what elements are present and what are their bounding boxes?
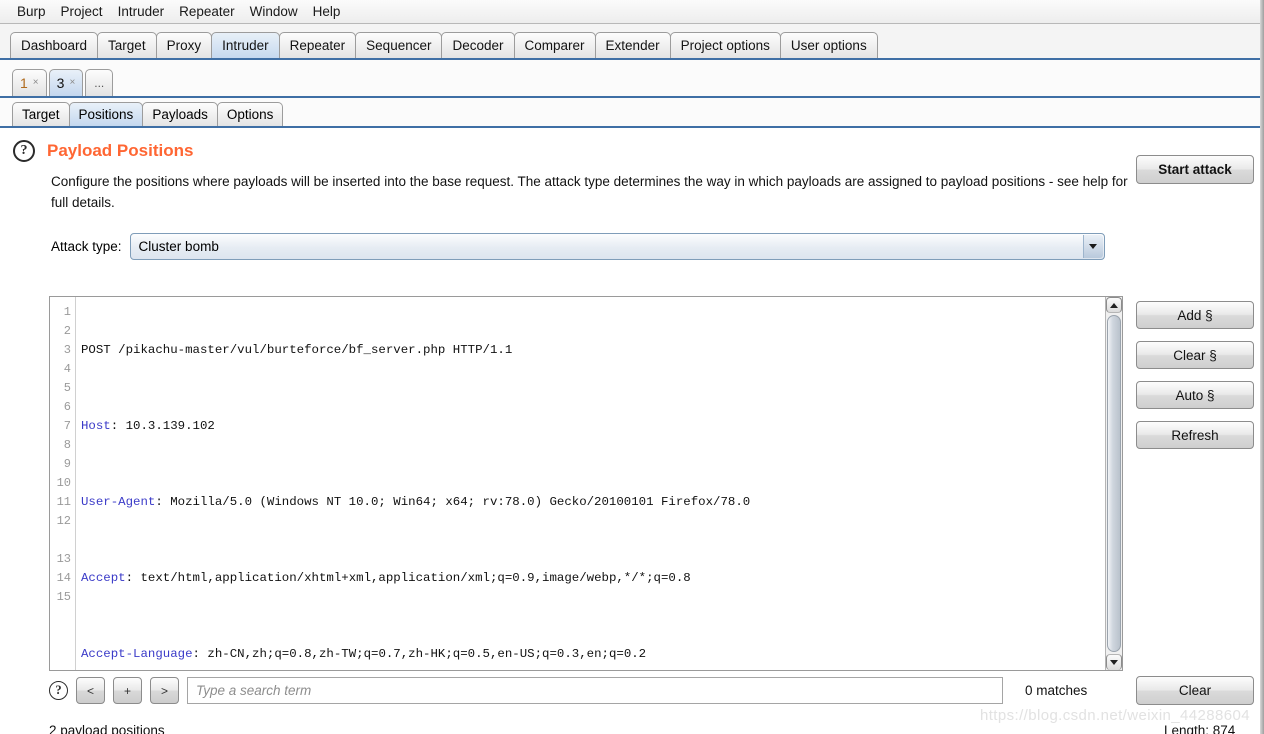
search-bar: ? < + > Type a search term 0 matches bbox=[49, 676, 1123, 705]
line-number: 1 bbox=[63, 305, 71, 319]
tab-comparer[interactable]: Comparer bbox=[513, 32, 596, 58]
start-attack-button[interactable]: Start attack bbox=[1136, 155, 1254, 184]
intruder-sub-tab-bar: Target Positions Payloads Options bbox=[0, 98, 1264, 128]
line-number: 2 bbox=[63, 324, 71, 338]
menu-item-repeater[interactable]: Repeater bbox=[172, 2, 242, 22]
line-number: 13 bbox=[56, 552, 71, 566]
attack-tab-1[interactable]: 1 × bbox=[12, 69, 47, 96]
tab-proxy[interactable]: Proxy bbox=[155, 32, 213, 58]
search-input[interactable]: Type a search term bbox=[187, 677, 1003, 704]
question-mark-icon[interactable]: ? bbox=[49, 681, 68, 700]
request-editor[interactable]: 1 2 3 4 5 6 7 8 9 10 11 12 13 14 15 POST… bbox=[49, 296, 1123, 671]
line-number: 7 bbox=[63, 419, 71, 433]
line-number: 9 bbox=[63, 457, 71, 471]
request-line: POST /pikachu-master/vul/burteforce/bf_s… bbox=[81, 341, 1105, 360]
window-right-edge bbox=[1260, 0, 1264, 734]
attack-type-value: Cluster bomb bbox=[138, 239, 219, 254]
clear-search-button[interactable]: Clear bbox=[1136, 676, 1254, 705]
attack-tab-overflow[interactable]: ... bbox=[85, 69, 114, 96]
watermark-text: https://blog.csdn.net/weixin_44288604 bbox=[980, 707, 1250, 724]
menu-item-project[interactable]: Project bbox=[54, 2, 110, 22]
header-name: User-Agent bbox=[81, 495, 156, 509]
attack-type-label: Attack type: bbox=[51, 239, 122, 254]
line-number: 3 bbox=[63, 343, 71, 357]
chevron-down-icon[interactable] bbox=[1082, 235, 1103, 258]
search-add-button[interactable]: + bbox=[113, 677, 142, 704]
question-mark-icon[interactable]: ? bbox=[13, 140, 35, 162]
request-line: Accept: text/html,application/xhtml+xml,… bbox=[81, 571, 691, 585]
line-number: 8 bbox=[63, 438, 71, 452]
editor-vertical-scrollbar[interactable] bbox=[1105, 297, 1122, 670]
tab-user-options[interactable]: User options bbox=[779, 32, 878, 58]
tab-decoder[interactable]: Decoder bbox=[441, 32, 515, 58]
header-value: zh-CN,zh;q=0.8,zh-TW;q=0.7,zh-HK;q=0.5,e… bbox=[199, 647, 647, 661]
menu-item-intruder[interactable]: Intruder bbox=[111, 2, 172, 22]
tab-options[interactable]: Options bbox=[216, 102, 284, 126]
request-line: User-Agent: Mozilla/5.0 (Windows NT 10.0… bbox=[81, 495, 751, 509]
menu-item-window[interactable]: Window bbox=[243, 2, 305, 22]
scrollbar-thumb[interactable] bbox=[1107, 315, 1121, 652]
tab-positions[interactable]: Positions bbox=[68, 102, 144, 126]
header-value: 10.3.139.102 bbox=[118, 419, 215, 433]
header-name: Accept-Language bbox=[81, 647, 193, 661]
add-payload-marker-button[interactable]: Add § bbox=[1136, 301, 1254, 329]
scroll-up-arrow-icon[interactable] bbox=[1106, 297, 1122, 313]
line-number: 12 bbox=[56, 514, 71, 528]
header-value: text/html,application/xhtml+xml,applicat… bbox=[133, 571, 691, 585]
tab-repeater[interactable]: Repeater bbox=[278, 32, 357, 58]
attack-tab-3[interactable]: 3 × bbox=[48, 69, 84, 96]
menu-item-help[interactable]: Help bbox=[306, 2, 348, 22]
line-number: 4 bbox=[63, 362, 71, 376]
scroll-down-arrow-icon[interactable] bbox=[1106, 654, 1122, 670]
menu-bar: Burp Project Intruder Repeater Window He… bbox=[0, 0, 1264, 24]
request-line: Host: 10.3.139.102 bbox=[81, 419, 215, 433]
payload-positions-status: 2 payload positions bbox=[49, 723, 165, 734]
clear-payload-markers-button[interactable]: Clear § bbox=[1136, 341, 1254, 369]
tab-extender[interactable]: Extender bbox=[594, 32, 671, 58]
request-length-status: Length: 874 bbox=[1164, 723, 1236, 734]
header-name: Host bbox=[81, 419, 111, 433]
attack-tab-3-label: 3 bbox=[56, 75, 65, 91]
header-name: Accept bbox=[81, 571, 126, 585]
search-prev-button[interactable]: < bbox=[76, 677, 105, 704]
line-number: 11 bbox=[56, 495, 71, 509]
line-number: 15 bbox=[56, 590, 71, 604]
tab-intruder[interactable]: Intruder bbox=[211, 32, 280, 58]
tab-dashboard[interactable]: Dashboard bbox=[10, 32, 99, 58]
close-icon[interactable]: × bbox=[33, 70, 39, 96]
line-number: 10 bbox=[56, 476, 71, 490]
main-tab-bar: Dashboard Target Proxy Intruder Repeater… bbox=[0, 24, 1264, 60]
section-description: Configure the positions where payloads w… bbox=[51, 174, 1128, 210]
search-next-button[interactable]: > bbox=[150, 677, 179, 704]
tab-target-sub[interactable]: Target bbox=[12, 102, 70, 126]
burp-suite-window: Burp Project Intruder Repeater Window He… bbox=[0, 0, 1264, 734]
attack-type-row: Attack type: Cluster bomb bbox=[51, 233, 1264, 260]
section-header: ? Payload Positions bbox=[0, 140, 1264, 162]
line-number: 14 bbox=[56, 571, 71, 585]
tab-project-options[interactable]: Project options bbox=[669, 32, 781, 58]
search-match-count: 0 matches bbox=[1025, 683, 1088, 698]
request-line-text: POST /pikachu-master/vul/burteforce/bf_s… bbox=[81, 343, 513, 357]
positions-panel: ? Payload Positions Configure the positi… bbox=[0, 128, 1264, 260]
attack-tab-1-label: 1 bbox=[20, 75, 28, 91]
line-number: 5 bbox=[63, 381, 71, 395]
tab-payloads[interactable]: Payloads bbox=[142, 102, 218, 126]
refresh-button[interactable]: Refresh bbox=[1136, 421, 1254, 449]
line-number: 6 bbox=[63, 400, 71, 414]
request-line: Accept-Language: zh-CN,zh;q=0.8,zh-TW;q=… bbox=[81, 647, 647, 661]
page-title: Payload Positions bbox=[47, 141, 194, 160]
header-value: Mozilla/5.0 (Windows NT 10.0; Win64; x64… bbox=[162, 495, 751, 509]
menu-item-burp[interactable]: Burp bbox=[10, 2, 53, 22]
tab-sequencer[interactable]: Sequencer bbox=[355, 32, 443, 58]
attack-tab-bar: 1 × 3 × ... bbox=[0, 60, 1264, 98]
tab-target[interactable]: Target bbox=[97, 32, 157, 58]
auto-payload-markers-button[interactable]: Auto § bbox=[1136, 381, 1254, 409]
request-text[interactable]: POST /pikachu-master/vul/burteforce/bf_s… bbox=[76, 297, 1105, 670]
close-icon[interactable]: × bbox=[69, 70, 75, 96]
line-number-gutter: 1 2 3 4 5 6 7 8 9 10 11 12 13 14 15 bbox=[50, 297, 76, 670]
attack-type-select[interactable]: Cluster bomb bbox=[129, 233, 1105, 260]
